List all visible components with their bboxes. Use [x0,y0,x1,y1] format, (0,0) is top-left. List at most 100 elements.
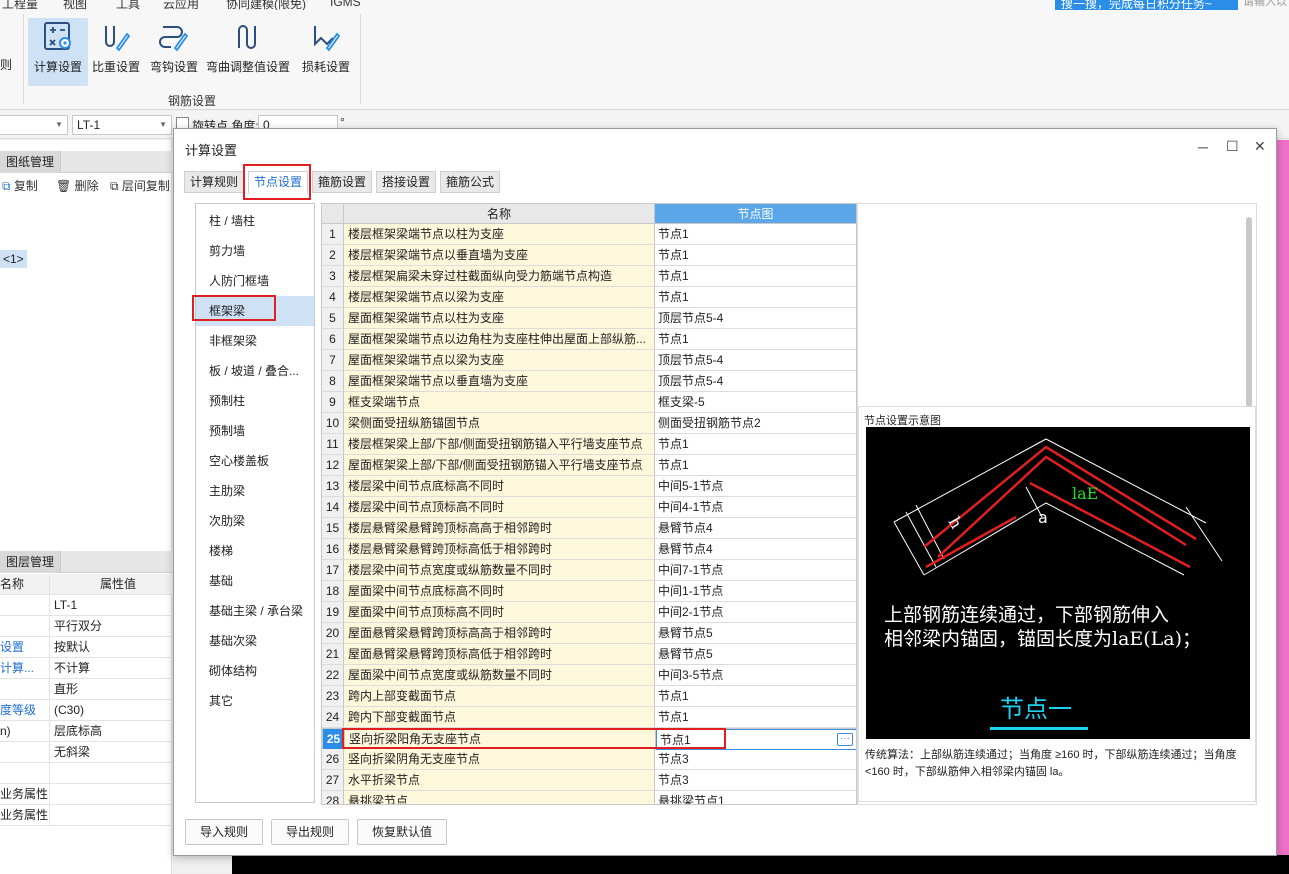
restore-defaults-button[interactable]: 恢复默认值 [357,819,448,845]
table-row[interactable]: 26 竖向折梁阴角无支座节点 节点3 [322,749,856,770]
row-node[interactable]: 中间1-1节点 [655,581,856,602]
table-row[interactable]: 19 屋面梁中间节点顶标高不同时 中间2-1节点 [322,602,856,623]
category-item[interactable]: 柱 / 墙柱 [196,206,314,236]
row-node[interactable]: 节点1 [655,224,856,245]
tree-item[interactable]: <1> [0,250,27,268]
drawing-canvas[interactable] [1277,140,1289,874]
tab-stirrup-formula[interactable]: 箍筋公式 [440,171,501,193]
property-row[interactable]: n) 层底标高 [0,721,172,742]
category-item[interactable]: 预制墙 [196,416,314,446]
table-row[interactable]: 21 屋面悬臂梁悬臂跨顶标高低于相邻跨时 悬臂节点5 [322,644,856,665]
table-row[interactable]: 22 屋面梁中间节点宽度或纵筋数量不同时 中间3-5节点 [322,665,856,686]
table-row[interactable]: 1 楼层框架梁端节点以柱为支座 节点1 [322,224,856,245]
category-item[interactable]: 基础 [196,566,314,596]
property-value[interactable]: 不计算 [54,658,90,678]
hook-settings-button[interactable]: 弯钩设置 [144,18,204,86]
delete-button[interactable]: 🗑 删除 [56,177,99,194]
table-row[interactable]: 17 楼层梁中间节点宽度或纵筋数量不同时 中间7-1节点 [322,560,856,581]
table-row[interactable]: 8 屋面框架梁端节点以垂直墙为支座 顶层节点5-4 [322,371,856,392]
table-row[interactable]: 2 楼层框架梁端节点以垂直墙为支座 节点1 [322,245,856,266]
property-value[interactable]: (C30) [54,700,84,720]
row-node[interactable]: 中间7-1节点 [655,560,856,581]
property-row[interactable]: 度等级 (C30) [0,700,172,721]
menu-engineering[interactable]: 工程量 [2,0,38,10]
minimize-icon[interactable]: ─ [1198,139,1208,155]
row-node[interactable]: 悬臂节点5 [655,623,856,644]
row-node[interactable]: 节点1 [655,434,856,455]
drawing-canvas-bottom[interactable] [232,855,1289,874]
category-item[interactable]: 基础次梁 [196,626,314,656]
tab-stirrup-settings[interactable]: 箍筋设置 [312,171,373,193]
row-node[interactable]: 顶层节点5-4 [655,350,856,371]
close-icon[interactable]: ✕ [1254,138,1266,155]
menu-collab[interactable]: 协同建模(限免) [226,0,306,10]
row-node[interactable]: 节点1 [655,266,856,287]
category-item[interactable]: 预制柱 [196,386,314,416]
row-node[interactable]: 侧面受扭钢筋节点2 [655,413,856,434]
table-row[interactable]: 13 楼层梁中间节点底标高不同时 中间5-1节点 [322,476,856,497]
property-value[interactable]: LT-1 [54,595,77,615]
table-row[interactable]: 20 屋面悬臂梁悬臂跨顶标高高于相邻跨时 悬臂节点5 [322,623,856,644]
row-node[interactable]: 节点1 [655,455,856,476]
table-row[interactable]: 14 楼层梁中间节点顶标高不同时 中间4-1节点 [322,497,856,518]
gravity-settings-button[interactable]: 比重设置 [86,18,146,86]
category-item[interactable]: 空心楼盖板 [196,446,314,476]
row-node[interactable]: 顶层节点5-4 [655,308,856,329]
row-node[interactable]: 悬挑梁节点1 [655,791,856,804]
menu-cloud[interactable]: 云应用 [163,0,199,10]
row-node[interactable]: 顶层节点5-4 [655,371,856,392]
floor-copy-button[interactable]: ⧉ 层间复制 [110,177,170,194]
property-row[interactable]: 业务属性 [0,784,172,805]
component-select[interactable]: LT-1 ▼ [72,115,172,135]
menu-tools[interactable]: 工具 [116,0,140,10]
table-row[interactable]: 28 悬挑梁节点 悬挑梁节点1 [322,791,856,804]
table-row[interactable]: 10 梁侧面受扭纵筋锚固节点 侧面受扭钢筋节点2 [322,413,856,434]
property-row[interactable]: 直形 [0,679,172,700]
row-node[interactable]: 中间4-1节点 [655,497,856,518]
row-node[interactable]: 节点3 [655,749,856,770]
property-row[interactable]: 业务属性 [0,805,172,826]
category-item[interactable]: 板 / 坡道 / 叠合... [196,356,314,386]
table-row[interactable]: 27 水平折梁节点 节点3 [322,770,856,791]
property-row[interactable]: 无斜梁 [0,742,172,763]
table-row[interactable]: 11 楼层框架梁上部/下部/侧面受扭钢筋锚入平行墙支座节点 节点1 [322,434,856,455]
calc-settings-button[interactable]: 计算设置 [28,18,88,86]
copy-button[interactable]: ⧉ 复制 [2,177,38,194]
table-row[interactable]: 3 楼层框架扁梁未穿过柱截面纵向受力筋端节点构造 节点1 [322,266,856,287]
row-node[interactable]: 悬臂节点4 [655,518,856,539]
property-row[interactable]: 平行双分 [0,616,172,637]
property-row[interactable]: LT-1 [0,595,172,616]
table-row[interactable]: 23 跨内上部变截面节点 节点1 [322,686,856,707]
category-item[interactable]: 人防门框墙 [196,266,314,296]
import-rules-button[interactable]: 导入规则 [185,819,264,845]
tab-calc-rules[interactable]: 计算规则 [184,171,245,193]
category-item[interactable]: 基础主梁 / 承台梁 [196,596,314,626]
category-item[interactable]: 楼梯 [196,536,314,566]
preview-scrollbar[interactable] [1246,217,1252,407]
row-node[interactable]: 节点3 [655,770,856,791]
property-value[interactable]: 无斜梁 [54,742,90,762]
row-node[interactable]: 节点1 [655,245,856,266]
category-item[interactable]: 次肋梁 [196,506,314,536]
drawing-management-tab[interactable]: 图纸管理 [0,151,62,173]
property-value[interactable]: 层底标高 [54,721,102,741]
row-node[interactable]: 框支梁-5 [655,392,856,413]
bend-adjust-button[interactable]: 弯曲调整值设置 [204,18,292,86]
table-row[interactable]: 6 屋面框架梁端节点以边角柱为支座柱伸出屋面上部纵筋... 节点1 [322,329,856,350]
maximize-icon[interactable]: ☐ [1226,138,1239,155]
row-node[interactable]: 中间2-1节点 [655,602,856,623]
property-row[interactable]: 计算... 不计算 [0,658,172,679]
table-row[interactable]: 7 屋面框架梁端节点以梁为支座 顶层节点5-4 [322,350,856,371]
row-node[interactable]: 中间5-1节点 [655,476,856,497]
property-value[interactable]: 按默认 [54,637,90,657]
row-node[interactable]: 节点1 [655,686,856,707]
table-row[interactable]: 24 跨内下部变截面节点 节点1 [322,707,856,728]
row-node[interactable]: 中间3-5节点 [655,665,856,686]
export-rules-button[interactable]: 导出规则 [271,819,350,845]
table-row[interactable]: 5 屋面框架梁端节点以柱为支座 顶层节点5-4 [322,308,856,329]
property-row[interactable] [0,763,172,784]
floor-select[interactable]: ▼ [0,115,68,135]
table-row[interactable]: 4 楼层框架梁端节点以梁为支座 节点1 [322,287,856,308]
row-node[interactable]: 悬臂节点5 [655,644,856,665]
table-row[interactable]: 16 楼层悬臂梁悬臂跨顶标高低于相邻跨时 悬臂节点4 [322,539,856,560]
